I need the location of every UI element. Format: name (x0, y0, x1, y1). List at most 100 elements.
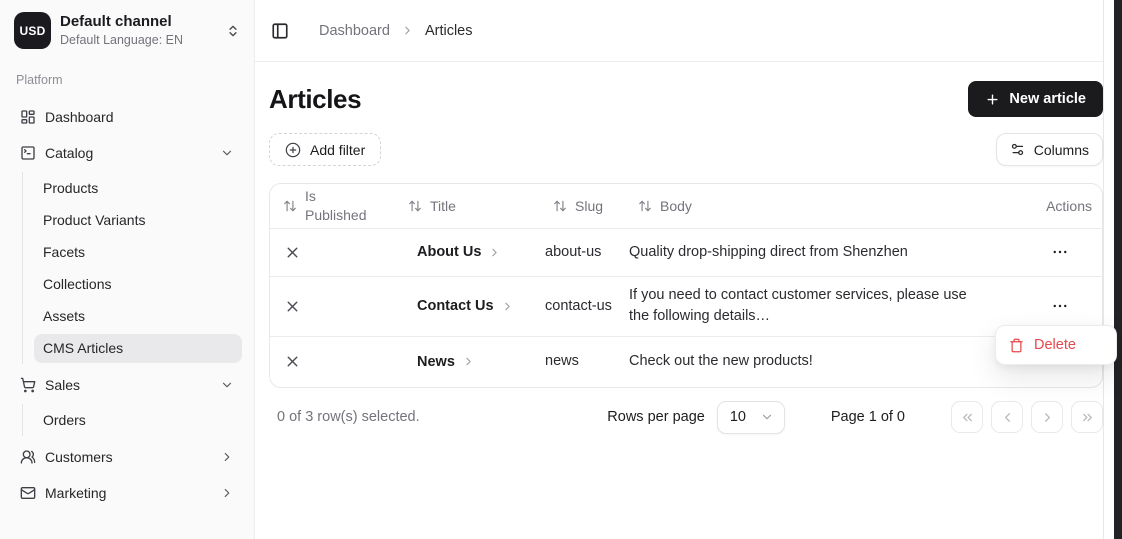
table-row: News news Check out the new products! (270, 337, 1102, 387)
row-context-menu-delete[interactable]: Delete (995, 325, 1117, 365)
article-body: Quality drop-shipping direct from Shenzh… (618, 236, 999, 269)
breadcrumb-dashboard[interactable]: Dashboard (319, 23, 390, 39)
sort-icon[interactable] (283, 199, 297, 213)
circle-plus-icon (285, 142, 301, 158)
sidebar-item-assets[interactable]: Assets (34, 302, 242, 331)
delete-menu-label: Delete (1034, 337, 1076, 353)
topbar: Dashboard Articles (255, 0, 1103, 62)
catalog-icon (20, 145, 36, 161)
sidebar-item-dashboard[interactable]: Dashboard (12, 101, 242, 133)
page-size-value: 10 (730, 409, 746, 425)
article-slug: contact-us (535, 290, 618, 323)
sort-icon[interactable] (553, 199, 567, 213)
sort-icon[interactable] (638, 199, 652, 213)
sidebar-item-label: Product Variants (43, 212, 145, 228)
scrollbar-track (1104, 0, 1122, 539)
sidebar-item-marketing[interactable]: Marketing (12, 477, 242, 509)
sidebar-item-customers[interactable]: Customers (12, 441, 242, 473)
article-title-link[interactable]: Contact Us (394, 298, 535, 314)
page-info: Page 1 of 0 (831, 409, 905, 425)
not-published-x-icon (270, 353, 394, 370)
chevron-right-icon (462, 355, 475, 368)
sidebar-item-label: Sales (45, 377, 80, 393)
article-title: About Us (417, 244, 481, 260)
page-size-select[interactable]: 10 (717, 401, 785, 434)
scrollbar-thumb[interactable] (1114, 0, 1122, 539)
sidebar-item-product-variants[interactable]: Product Variants (34, 206, 242, 235)
article-title-link[interactable]: News (394, 354, 535, 370)
trash-icon (1009, 338, 1024, 353)
catalog-sub-menu: Products Product Variants Facets Collect… (22, 172, 242, 364)
page-title: Articles (269, 84, 361, 115)
next-page-button[interactable] (1031, 401, 1063, 433)
rows-selected-status: 0 of 3 row(s) selected. (277, 409, 420, 425)
sidebar-item-collections[interactable]: Collections (34, 270, 242, 299)
sidebar-item-orders[interactable]: Orders (34, 406, 242, 435)
first-page-button[interactable] (951, 401, 983, 433)
table-header-row: Is Published Title Slug (270, 184, 1102, 229)
settings-sliders-icon (1010, 142, 1025, 157)
main-area: Dashboard Articles Articles New article (255, 0, 1104, 539)
channel-badge: USD (14, 12, 51, 49)
column-header-slug[interactable]: Slug (575, 198, 603, 214)
chevron-right-icon (488, 246, 501, 259)
channel-switcher[interactable]: USD Default channel Default Language: EN (12, 12, 242, 49)
sidebar-item-label: Facets (43, 244, 85, 260)
not-published-x-icon (270, 244, 394, 261)
app-window: USD Default channel Default Language: EN… (0, 0, 1122, 539)
article-body: If you need to contact customer services… (618, 279, 999, 333)
sidebar-item-label: Marketing (45, 485, 106, 501)
not-published-x-icon (270, 298, 394, 315)
column-header-body[interactable]: Body (660, 198, 692, 214)
last-page-button[interactable] (1071, 401, 1103, 433)
channel-name: Default channel (60, 13, 183, 32)
shopping-cart-icon (20, 377, 36, 393)
article-title: Contact Us (417, 298, 494, 314)
columns-label: Columns (1034, 142, 1089, 158)
sidebar: USD Default channel Default Language: EN… (0, 0, 255, 539)
chevron-right-icon (401, 24, 414, 37)
breadcrumb: Dashboard Articles (319, 23, 472, 39)
chevron-right-icon (220, 450, 234, 464)
row-actions-button[interactable] (1047, 239, 1073, 265)
chevron-right-icon (220, 486, 234, 500)
chevron-down-icon (220, 378, 234, 392)
sidebar-item-products[interactable]: Products (34, 174, 242, 203)
articles-table: Is Published Title Slug (269, 183, 1103, 388)
sort-icon[interactable] (408, 199, 422, 213)
add-filter-button[interactable]: Add filter (269, 133, 381, 166)
breadcrumb-articles: Articles (425, 23, 473, 39)
row-actions-button[interactable] (1047, 293, 1073, 319)
article-slug: news (535, 345, 618, 378)
sidebar-section-platform: Platform (12, 73, 242, 87)
sidebar-item-label: Collections (43, 276, 111, 292)
sidebar-toggle-button[interactable] (271, 22, 289, 40)
dashboard-icon (20, 109, 36, 125)
article-body: Check out the new products! (618, 345, 999, 378)
sidebar-item-label: CMS Articles (43, 340, 123, 356)
new-article-button[interactable]: New article (968, 81, 1103, 117)
previous-page-button[interactable] (991, 401, 1023, 433)
rows-per-page-label: Rows per page (607, 409, 705, 425)
article-title-link[interactable]: About Us (394, 244, 535, 260)
chevrons-up-down-icon (226, 24, 240, 38)
sidebar-item-label: Dashboard (45, 109, 114, 125)
sidebar-item-facets[interactable]: Facets (34, 238, 242, 267)
add-filter-label: Add filter (310, 142, 365, 158)
sales-sub-menu: Orders (22, 404, 242, 436)
users-icon (20, 449, 36, 465)
columns-button[interactable]: Columns (996, 133, 1103, 166)
column-header-title[interactable]: Title (430, 198, 456, 214)
mail-icon (20, 485, 36, 501)
column-header-is-published[interactable]: Is Published (305, 184, 375, 228)
sidebar-item-sales[interactable]: Sales (12, 369, 242, 401)
new-article-label: New article (1009, 91, 1086, 107)
table-footer: 0 of 3 row(s) selected. Rows per page 10… (269, 401, 1103, 434)
sidebar-item-cms-articles[interactable]: CMS Articles (34, 334, 242, 363)
channel-language: Default Language: EN (60, 33, 183, 49)
sidebar-item-label: Products (43, 180, 98, 196)
plus-icon (985, 92, 1000, 107)
chevron-down-icon (220, 146, 234, 160)
sidebar-item-catalog[interactable]: Catalog (12, 137, 242, 169)
chevron-down-icon (760, 410, 774, 424)
